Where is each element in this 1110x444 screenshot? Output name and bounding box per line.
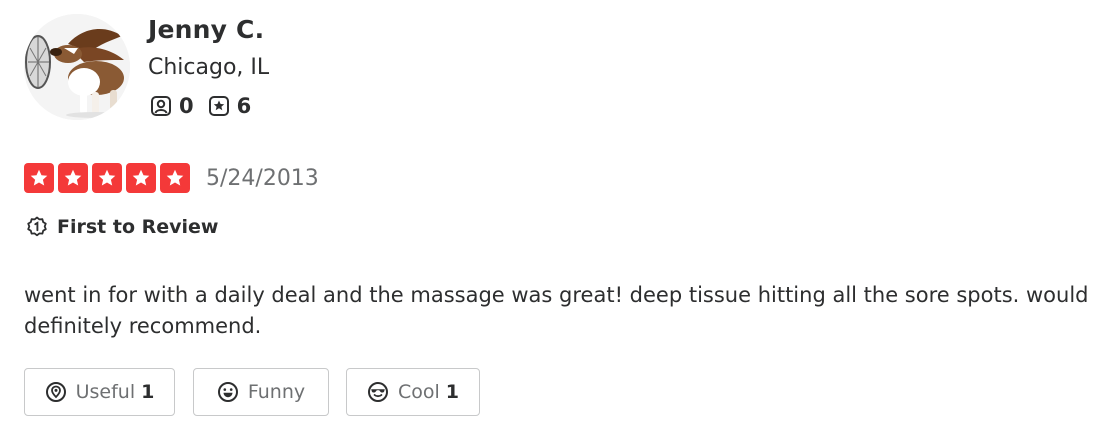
star-icon [24, 163, 54, 193]
friends-icon [151, 96, 171, 116]
star-icon [58, 163, 88, 193]
user-avatar[interactable] [24, 14, 130, 120]
reaction-buttons: Useful 1 Funny Cool 1 [24, 368, 480, 416]
review-text: went in for with a daily deal and the ma… [24, 283, 1089, 338]
user-stats: 0 6 [150, 94, 251, 118]
dog-photo [24, 14, 130, 120]
useful-icon [45, 382, 66, 402]
cool-button[interactable]: Cool 1 [346, 368, 480, 416]
friends-count: 0 [179, 94, 194, 118]
cool-label: Cool [397, 381, 440, 403]
useful-count: 1 [141, 381, 155, 403]
useful-button[interactable]: Useful 1 [24, 368, 175, 416]
reviews-icon [208, 96, 229, 116]
reviews-stat: 6 [208, 94, 252, 118]
star-icon [92, 163, 122, 193]
user-name[interactable]: Jenny C. [148, 15, 264, 44]
review-date: 5/24/2013 [206, 165, 319, 191]
cool-icon [367, 382, 388, 402]
badge-label: First to Review [57, 216, 219, 238]
funny-icon [217, 382, 238, 402]
rating-row: 5/24/2013 [24, 163, 319, 193]
useful-label: Useful [75, 381, 136, 403]
star-rating [24, 163, 190, 193]
user-location: Chicago, IL [148, 55, 270, 80]
reviews-count: 6 [236, 94, 252, 118]
first-to-review-icon [27, 216, 47, 237]
funny-label: Funny [247, 381, 306, 403]
funny-button[interactable]: Funny [193, 368, 329, 416]
first-to-review-badge: First to Review [26, 216, 218, 238]
star-icon [160, 163, 190, 193]
star-icon [126, 163, 156, 193]
cool-count: 1 [445, 381, 460, 403]
friends-stat: 0 [150, 94, 194, 118]
